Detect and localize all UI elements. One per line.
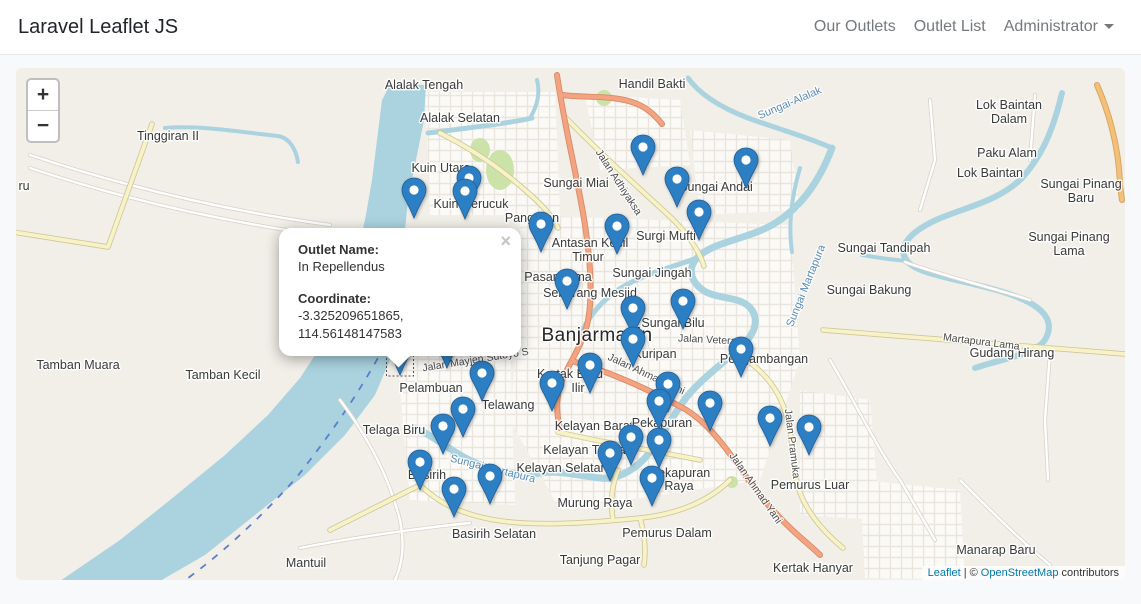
app-brand[interactable]: Laravel Leaflet JS xyxy=(18,16,178,39)
marker-dot xyxy=(626,432,635,441)
place-label: Timur xyxy=(572,250,603,264)
marker-dot xyxy=(741,155,750,164)
place-label: Sungai Miai xyxy=(543,176,608,190)
marker-dot xyxy=(678,296,687,305)
place-label: Paku Alam xyxy=(977,146,1037,160)
place-label: Mantuil xyxy=(286,556,326,570)
place-label: Pelambuan xyxy=(399,381,462,395)
attribution-divider: | © xyxy=(964,567,978,579)
place-label: Sungai Bakung xyxy=(827,283,912,297)
map[interactable]: Alalak Tengah Handil Bakti Alalak Selatan L… xyxy=(16,68,1125,580)
marker-dot xyxy=(647,473,656,482)
popup-content: Outlet Name: In Repellendus Coordinate: … xyxy=(279,228,521,356)
marker-dot xyxy=(585,360,594,369)
place-label: Lok Baintan xyxy=(976,98,1042,112)
map-canvas[interactable]: Alalak Tengah Handil Bakti Alalak Selatan L… xyxy=(16,68,1125,580)
marker-dot xyxy=(654,396,663,405)
popup-outlet-name-label: Outlet Name: xyxy=(298,241,502,258)
marker-dot xyxy=(449,484,458,493)
marker-dot xyxy=(409,185,418,194)
place-label: Tamban Kecil xyxy=(185,368,260,382)
zoom-in-button[interactable]: + xyxy=(28,80,58,111)
marker-dot xyxy=(804,422,813,431)
place-label: Telaga Biru xyxy=(363,423,426,437)
marker-dot xyxy=(628,303,637,312)
marker-dot xyxy=(612,221,621,230)
zoom-control: + − xyxy=(26,78,60,143)
popup-outlet-name-value: In Repellendus xyxy=(298,258,502,275)
leaflet-link[interactable]: Leaflet xyxy=(928,567,961,579)
place-label: Pemurus Dalam xyxy=(622,526,712,540)
marker-dot xyxy=(663,379,672,388)
popup-coordinate-value: -3.325209651865, 114.56148147583 xyxy=(298,307,502,341)
place-label: Dalam xyxy=(991,112,1027,126)
marker-dot xyxy=(654,435,663,444)
marker-dot xyxy=(438,421,447,430)
nav-outlet-list[interactable]: Outlet List xyxy=(905,18,995,36)
nav-administrator-dropdown[interactable]: Administrator xyxy=(995,18,1123,36)
place-label: Tinggiran II xyxy=(137,129,199,143)
marker-dot xyxy=(547,378,556,387)
place-label: Raya xyxy=(664,479,693,493)
place-label: Surgi Mufti xyxy=(636,229,696,243)
marker-dot xyxy=(765,413,774,422)
marker-dot xyxy=(694,207,703,216)
marker-dot xyxy=(460,186,469,195)
place-label: Alalak Tengah xyxy=(385,78,463,92)
marker-dot xyxy=(415,457,424,466)
place-label: Sungai Jingah xyxy=(612,266,691,280)
outlet-popup: × Outlet Name: In Repellendus Coordinate… xyxy=(279,228,521,356)
map-attribution: Leaflet | © OpenStreetMap contributors xyxy=(922,566,1125,580)
popup-close-button[interactable]: × xyxy=(500,234,511,248)
place-label: Sungai Tandipah xyxy=(838,241,931,255)
place-label: Handil Bakti xyxy=(619,77,686,91)
nav-links: Our Outlets Outlet List Administrator xyxy=(805,18,1123,36)
place-label: ru xyxy=(18,179,29,193)
place-label: Ilir xyxy=(571,381,584,395)
place-label: Tamban Muara xyxy=(36,358,119,372)
marker-dot xyxy=(672,174,681,183)
nav-administrator-label: Administrator xyxy=(1004,18,1098,35)
popup-coordinate-label: Coordinate: xyxy=(298,290,502,307)
place-label: Pemurus Luar xyxy=(771,478,850,492)
place-label: Murung Raya xyxy=(557,496,632,510)
marker-dot xyxy=(477,368,486,377)
place-label: Sungai Pinang xyxy=(1028,230,1109,244)
marker-dot xyxy=(628,334,637,343)
marker-dot xyxy=(536,219,545,228)
place-label: Sungai Andai xyxy=(679,180,753,194)
marker-dot xyxy=(458,404,467,413)
place-label: Baru xyxy=(1068,191,1094,205)
marker-dot xyxy=(705,398,714,407)
zoom-out-button[interactable]: − xyxy=(28,111,58,141)
place-label: Tanjung Pagar xyxy=(560,553,641,567)
place-label: Lok Baintan xyxy=(957,166,1023,180)
place-label: Sungai Pinang xyxy=(1040,177,1121,191)
marker-dot xyxy=(562,276,571,285)
place-label: Manarap Baru xyxy=(956,543,1035,557)
marker-dot xyxy=(736,344,745,353)
attribution-suffix: contributors xyxy=(1062,567,1119,579)
marker-dot xyxy=(638,142,647,151)
place-label: Basirih Selatan xyxy=(452,527,536,541)
navbar: Laravel Leaflet JS Our Outlets Outlet Li… xyxy=(0,0,1141,55)
place-label: Kertak Hanyar xyxy=(773,561,853,575)
place-label: Lama xyxy=(1053,244,1084,258)
marker-dot xyxy=(485,471,494,480)
osm-link[interactable]: OpenStreetMap xyxy=(981,567,1059,579)
nav-our-outlets[interactable]: Our Outlets xyxy=(805,18,905,36)
place-label: Telawang xyxy=(482,398,535,412)
place-label: Alalak Selatan xyxy=(420,111,500,125)
marker-dot xyxy=(605,448,614,457)
caret-down-icon xyxy=(1104,24,1114,29)
